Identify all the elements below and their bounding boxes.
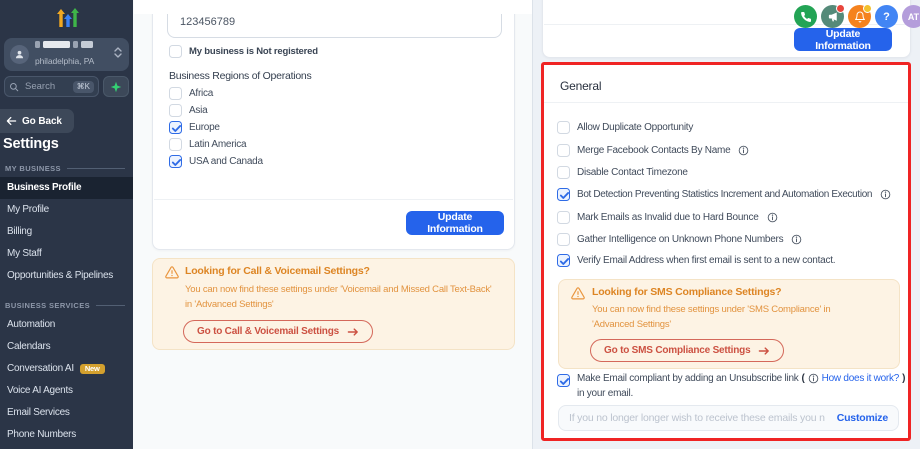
search-box[interactable]: ⌘K (4, 76, 99, 97)
location-subtitle: philadelphia, PA (35, 56, 94, 66)
go-back-button[interactable]: Go Back (0, 109, 74, 133)
unsubscribe-compliance-checkbox[interactable] (557, 374, 570, 387)
location-switcher[interactable]: philadelphia, PA (4, 38, 129, 71)
app-root: philadelphia, PA ⌘K Go Back Settings MY … (0, 0, 920, 449)
info-icon[interactable] (791, 234, 802, 245)
regions-heading: Business Regions of Operations (169, 70, 312, 82)
section-label-business-services: BUSINESS SERVICES (0, 297, 133, 314)
sidebar-item-email-services[interactable]: Email Services (0, 402, 133, 424)
section-label-my-business: MY BUSINESS (0, 160, 133, 177)
option-checkbox-mark-emails-invalid[interactable] (557, 211, 570, 224)
notification-dot (863, 4, 872, 13)
info-icon[interactable] (738, 145, 749, 156)
search-icon (9, 82, 19, 92)
search-input[interactable] (23, 80, 69, 93)
location-avatar-icon (10, 45, 29, 64)
header-icon-row: ? AT (794, 5, 920, 28)
go-to-call-voicemail-settings-button[interactable]: Go to Call & Voicemail Settings (183, 320, 373, 343)
new-badge: New (80, 364, 105, 375)
not-registered-label: My business is Not registered (189, 46, 318, 57)
callout-body-line2: in 'Advanced Settings' (185, 299, 273, 310)
callout-title: Looking for SMS Compliance Settings? (592, 286, 781, 298)
sidebar-item-automation[interactable]: Automation (0, 314, 133, 336)
go-to-sms-compliance-settings-button[interactable]: Go to SMS Compliance Settings (590, 339, 784, 362)
warning-triangle-icon (165, 266, 179, 279)
option-checkbox-merge-facebook-contacts[interactable] (557, 144, 570, 157)
sticky-header-cover (134, 0, 532, 14)
unsubscribe-message-field[interactable]: If you no longer longer wish to receive … (558, 405, 899, 431)
general-title: General (560, 79, 601, 93)
info-icon[interactable] (880, 189, 891, 200)
option-checkbox-allow-duplicate-opportunity[interactable] (557, 121, 570, 134)
sidebar-item-voice-ai-agents[interactable]: Voice AI Agents (0, 380, 133, 402)
region-checkbox-africa[interactable] (169, 87, 182, 100)
sidebar-item-my-profile[interactable]: My Profile (0, 199, 133, 221)
sidebar-item-calendars[interactable]: Calendars (0, 336, 133, 358)
region-checkbox-asia[interactable] (169, 104, 182, 117)
search-shortcut: ⌘K (73, 81, 94, 93)
divider (154, 199, 513, 200)
option-checkbox-verify-email-address[interactable] (557, 254, 570, 267)
notification-bell-icon[interactable] (848, 5, 871, 28)
app-logo-icon[interactable] (50, 6, 84, 30)
sidebar-item-business-profile[interactable]: Business Profile (0, 177, 133, 199)
update-information-button[interactable]: Update Information (406, 211, 504, 235)
ai-sparkle-button[interactable] (103, 76, 129, 97)
customize-link[interactable]: Customize (837, 412, 888, 424)
divider (544, 102, 908, 103)
sidebar-item-my-staff[interactable]: My Staff (0, 243, 133, 265)
announcement-icon[interactable] (821, 5, 844, 28)
sidebar: philadelphia, PA ⌘K Go Back Settings MY … (0, 0, 133, 449)
how-does-it-work-link[interactable]: How does it work? (822, 373, 899, 384)
sidebar-item-conversation-ai[interactable]: Conversation AI New (0, 358, 133, 380)
arrow-right-icon (758, 346, 770, 356)
location-sort-chevrons-icon (113, 46, 123, 64)
callout-body-line1: You can now find these settings under 'S… (592, 304, 831, 315)
settings-nav: MY BUSINESS Business Profile My Profile … (0, 160, 133, 446)
settings-title: Settings (3, 136, 59, 152)
sidebar-item-phone-numbers[interactable]: Phone Numbers (0, 424, 133, 446)
notification-dot (836, 4, 845, 13)
option-checkbox-bot-detection[interactable] (557, 188, 570, 201)
general-settings-panel: General Allow Duplicate Opportunity Merg… (541, 62, 911, 441)
sidebar-item-opportunities-pipelines[interactable]: Opportunities & Pipelines (0, 265, 133, 287)
unsubscribe-label: Make Email compliant by adding an Unsubs… (577, 373, 799, 384)
callout-body-line1: You can now find these settings under 'V… (185, 284, 492, 295)
arrow-right-icon (347, 327, 359, 337)
update-information-button-top[interactable]: Update Information (794, 28, 892, 51)
region-checkbox-latin-america[interactable] (169, 138, 182, 151)
option-checkbox-gather-intelligence[interactable] (557, 233, 570, 246)
option-checkbox-disable-contact-timezone[interactable] (557, 166, 570, 179)
call-voicemail-callout: Looking for Call & Voicemail Settings? Y… (152, 258, 515, 350)
callout-title: Looking for Call & Voicemail Settings? (185, 265, 370, 277)
warning-triangle-icon (571, 287, 585, 300)
sparkle-icon (110, 81, 122, 93)
not-registered-checkbox[interactable] (169, 45, 182, 58)
region-checkbox-europe[interactable] (169, 121, 182, 134)
phone-icon[interactable] (794, 5, 817, 28)
info-icon[interactable] (767, 212, 778, 223)
sms-compliance-callout: Looking for SMS Compliance Settings? You… (558, 279, 900, 369)
arrow-left-icon (6, 116, 17, 126)
help-icon[interactable]: ? (875, 5, 898, 28)
location-name-redacted (35, 41, 107, 49)
callout-body-line2: 'Advanced Settings' (592, 319, 671, 330)
unsubscribe-message-placeholder: If you no longer longer wish to receive … (569, 412, 831, 424)
unsubscribe-label-tail: in your email. (577, 388, 633, 399)
business-info-card: My business is Not registered Business R… (152, 0, 515, 250)
region-checkbox-usa-canada[interactable] (169, 155, 182, 168)
left-pane: My business is Not registered Business R… (133, 0, 532, 449)
sidebar-item-billing[interactable]: Billing (0, 221, 133, 243)
avatar[interactable]: AT (902, 5, 920, 28)
info-icon[interactable] (808, 373, 819, 384)
